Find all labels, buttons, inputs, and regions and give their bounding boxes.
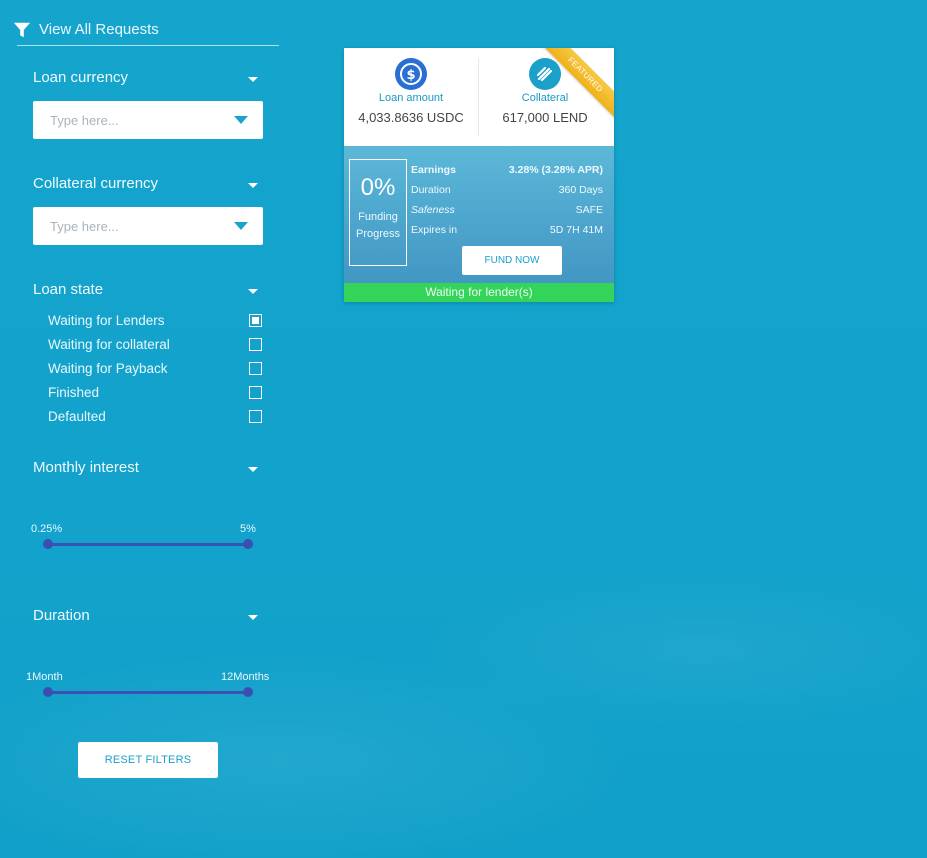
loan-amount-value: 4,033.8636 USDC bbox=[358, 110, 464, 125]
funding-progress-label-line2: Progress bbox=[355, 228, 401, 240]
collateral-value: 617,000 LEND bbox=[502, 110, 588, 125]
chevron-down-icon bbox=[248, 466, 258, 472]
slider-track[interactable] bbox=[48, 543, 248, 546]
stat-value: 3.28% (3.28% APR) bbox=[508, 164, 603, 176]
option-label: Waiting for Payback bbox=[48, 360, 168, 376]
fund-now-button[interactable]: FUND NOW bbox=[462, 246, 562, 275]
loan-currency-select[interactable] bbox=[33, 101, 263, 139]
duration-label: Duration bbox=[33, 606, 90, 624]
slider-max-label: 5% bbox=[240, 523, 256, 535]
collateral-column: Collateral 617,000 LEND bbox=[478, 48, 612, 146]
loan-state-option-waiting-for-payback[interactable]: Waiting for Payback bbox=[48, 359, 263, 377]
loan-currency-label: Loan currency bbox=[33, 68, 129, 86]
collateral-currency-input[interactable] bbox=[48, 217, 212, 235]
chevron-down-icon bbox=[248, 614, 258, 620]
chevron-down-icon bbox=[248, 182, 258, 188]
duration-slider[interactable]: 1Month 12Months bbox=[26, 671, 280, 701]
card-header: $ Loan amount 4,033.8636 USDC Collateral… bbox=[344, 48, 614, 146]
loan-state-option-finished[interactable]: Finished bbox=[48, 383, 263, 401]
slider-max-handle[interactable] bbox=[243, 539, 253, 549]
usdc-coin-icon: $ bbox=[395, 58, 427, 90]
dropdown-arrow-icon[interactable] bbox=[234, 222, 248, 230]
stat-key: Expires in bbox=[411, 224, 458, 236]
funding-progress-label: Funding Progress bbox=[350, 209, 406, 243]
lend-coin-icon bbox=[529, 58, 561, 90]
monthly-interest-toggle[interactable]: Monthly interest bbox=[33, 457, 263, 477]
background-wave bbox=[0, 430, 927, 858]
option-label: Defaulted bbox=[48, 408, 106, 424]
reset-filters-button[interactable]: RESET FILTERS bbox=[78, 742, 218, 778]
stat-row-safeness: Safeness SAFE bbox=[411, 200, 603, 220]
loan-state-option-waiting-for-lenders[interactable]: Waiting for Lenders bbox=[48, 311, 263, 329]
chevron-down-icon bbox=[248, 288, 258, 294]
slider-min-label: 0.25% bbox=[31, 523, 63, 535]
stat-row-duration: Duration 360 Days bbox=[411, 180, 603, 200]
option-label: Finished bbox=[48, 384, 100, 400]
loan-currency-toggle[interactable]: Loan currency bbox=[33, 67, 263, 87]
funding-progress-box: 0% Funding Progress bbox=[349, 159, 407, 266]
stat-key: Earnings bbox=[411, 164, 456, 176]
collateral-currency-label: Collateral currency bbox=[33, 174, 159, 192]
collateral-caption: Collateral bbox=[521, 92, 569, 104]
slider-min-handle[interactable] bbox=[43, 539, 53, 549]
loan-currency-input[interactable] bbox=[48, 111, 212, 129]
monthly-interest-label: Monthly interest bbox=[33, 458, 139, 476]
collateral-currency-toggle[interactable]: Collateral currency bbox=[33, 173, 263, 193]
loan-amount-column: $ Loan amount 4,033.8636 USDC bbox=[344, 48, 478, 146]
slider-min-handle[interactable] bbox=[43, 687, 53, 697]
checkbox[interactable] bbox=[249, 313, 262, 327]
slider-min-label: 1Month bbox=[26, 671, 63, 683]
duration-toggle[interactable]: Duration bbox=[33, 605, 263, 625]
option-label: Waiting for Lenders bbox=[48, 312, 165, 328]
view-all-requests-label: View All Requests bbox=[39, 21, 159, 38]
option-label: Waiting for collateral bbox=[48, 336, 170, 352]
loan-stats: Earnings 3.28% (3.28% APR) Duration 360 … bbox=[411, 160, 603, 240]
collateral-currency-select[interactable] bbox=[33, 207, 263, 245]
stat-value: 360 Days bbox=[558, 184, 603, 196]
checkbox[interactable] bbox=[249, 337, 262, 351]
loan-state-option-defaulted[interactable]: Defaulted bbox=[48, 407, 263, 425]
loan-request-card: $ Loan amount 4,033.8636 USDC Collateral… bbox=[344, 48, 614, 302]
slider-max-label: 12Months bbox=[221, 671, 270, 683]
stat-key: Safeness bbox=[411, 204, 455, 216]
checkbox[interactable] bbox=[249, 385, 262, 399]
slider-max-handle[interactable] bbox=[243, 687, 253, 697]
view-all-requests-link[interactable]: View All Requests bbox=[13, 14, 279, 46]
filter-icon bbox=[13, 22, 31, 37]
loan-state-label: Loan state bbox=[33, 280, 104, 298]
funding-progress-value: 0% bbox=[360, 174, 396, 201]
loan-amount-caption: Loan amount bbox=[378, 92, 444, 104]
loan-state-option-waiting-for-collateral[interactable]: Waiting for collateral bbox=[48, 335, 263, 353]
stat-value: SAFE bbox=[575, 204, 603, 216]
slider-track[interactable] bbox=[48, 691, 248, 694]
status-badge: Waiting for lender(s) bbox=[344, 283, 614, 302]
svg-text:$: $ bbox=[406, 68, 415, 83]
checkbox[interactable] bbox=[249, 361, 262, 375]
dropdown-arrow-icon[interactable] bbox=[234, 116, 248, 124]
loan-state-toggle[interactable]: Loan state bbox=[33, 279, 263, 299]
stat-key: Duration bbox=[411, 184, 451, 196]
chevron-down-icon bbox=[248, 76, 258, 82]
stat-value: 5D 7H 41M bbox=[549, 224, 603, 236]
funding-progress-label-line1: Funding bbox=[358, 211, 398, 223]
stat-row-earnings: Earnings 3.28% (3.28% APR) bbox=[411, 160, 603, 180]
checkbox[interactable] bbox=[249, 409, 262, 423]
monthly-interest-slider[interactable]: 0.25% 5% bbox=[30, 523, 280, 553]
stat-row-expires: Expires in 5D 7H 41M bbox=[411, 220, 603, 240]
card-details: 0% Funding Progress Earnings 3.28% (3.28… bbox=[344, 146, 614, 283]
